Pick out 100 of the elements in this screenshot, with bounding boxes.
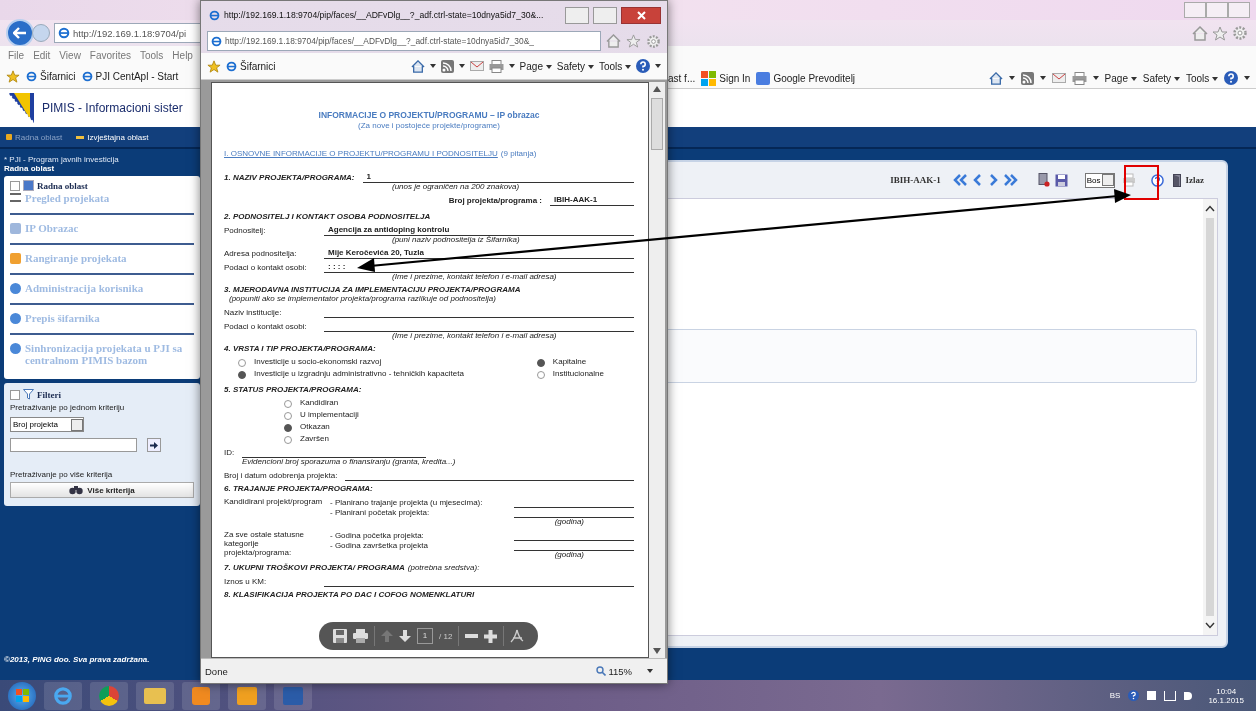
start-button[interactable] — [8, 681, 36, 710]
command-menu[interactable]: Tools — [598, 60, 631, 72]
chrome-taskbar-icon[interactable] — [90, 681, 128, 710]
favorite-link[interactable]: Sign In — [701, 70, 751, 86]
help-icon[interactable] — [1224, 71, 1238, 85]
command-menu[interactable]: Tools — [1185, 72, 1218, 84]
favorites-star-icon[interactable] — [207, 59, 221, 73]
printer-icon[interactable] — [1071, 71, 1087, 85]
mail-icon[interactable] — [469, 61, 484, 71]
address-field[interactable]: http://192.169.1.18:9704/pi — [54, 23, 201, 43]
printer-icon[interactable] — [353, 629, 368, 643]
form-field[interactable]: 1 — [362, 173, 634, 184]
form-heading: 2. PODNOSITELJ I KONTAKT OSOBA PODNOSITELJA — [224, 213, 431, 223]
collapse-icon[interactable] — [10, 180, 20, 191]
form-field[interactable]: IBIH-AAK-1 — [550, 196, 634, 207]
command-menu[interactable]: Page — [1104, 72, 1137, 84]
menu-item[interactable]: Tools — [140, 49, 164, 61]
page-number-field[interactable]: 1 — [417, 628, 433, 644]
go-button[interactable] — [147, 438, 161, 452]
field-label: Kandidirani projekt/program — [224, 497, 324, 508]
menu-item[interactable]: View — [59, 49, 81, 61]
more-criteria-button[interactable]: Više kriterija — [10, 482, 194, 498]
section-link[interactable]: I. OSNOVNE INFORMACIJE O PROJEKTU/PROGRAMU I PODNOSITELJU — [224, 150, 498, 160]
next-icon[interactable] — [987, 174, 998, 186]
menu-item[interactable]: File — [8, 49, 25, 61]
zoom-level[interactable]: 115% — [596, 665, 632, 677]
close-button[interactable] — [621, 6, 661, 24]
browser-icon — [58, 27, 70, 39]
collapse-icon[interactable] — [10, 389, 20, 400]
radio-button[interactable] — [284, 400, 292, 408]
home-icon[interactable] — [988, 71, 1003, 85]
command-menu[interactable]: Page — [519, 60, 552, 72]
scroll-thumb[interactable] — [651, 98, 663, 150]
scroll-up-icon[interactable] — [653, 86, 661, 92]
acrobat-icon[interactable] — [510, 629, 525, 643]
save-icon[interactable] — [333, 629, 347, 643]
form-field[interactable]: Mije Keročevića 20, Tuzla — [324, 249, 634, 260]
menu-item[interactable]: Edit — [33, 49, 51, 61]
rss-icon[interactable] — [440, 59, 454, 73]
help-icon[interactable] — [1128, 690, 1140, 701]
favorite-link[interactable]: Šifarnici — [26, 70, 76, 82]
form-heading: 8. KLASIFIKACIJA PROJEKTA PO DAC I COFOG NOMENKLATURI — [224, 590, 475, 600]
back-button[interactable] — [6, 19, 34, 47]
browser-icon — [226, 60, 237, 72]
search-field[interactable] — [10, 438, 137, 452]
caret-icon[interactable] — [508, 64, 515, 68]
radio-button[interactable] — [284, 424, 292, 432]
first-page-icon[interactable] — [951, 174, 968, 186]
scroll-down-icon[interactable] — [1205, 622, 1215, 629]
rss-icon[interactable] — [1020, 71, 1034, 85]
criterion-select[interactable]: Broj projekta — [10, 417, 84, 432]
zoom-out-icon[interactable] — [465, 634, 479, 638]
mail-icon[interactable] — [1051, 73, 1066, 83]
favorites-star-icon[interactable] — [6, 69, 20, 83]
star-icon[interactable] — [1212, 25, 1228, 41]
home-icon[interactable] — [410, 59, 425, 73]
document-delete-icon[interactable] — [1037, 173, 1050, 187]
star-icon[interactable] — [626, 34, 641, 48]
caret-icon[interactable] — [458, 64, 465, 68]
page-down-icon[interactable] — [399, 630, 411, 642]
browser-taskbar-icon[interactable] — [44, 681, 82, 710]
printer-icon[interactable] — [1121, 173, 1136, 187]
radio-button[interactable] — [284, 436, 292, 444]
help-icon[interactable] — [1150, 173, 1164, 187]
language-indicator[interactable]: BS — [1109, 691, 1121, 700]
radio-button[interactable] — [238, 359, 246, 368]
exit-button[interactable]: Izlaz — [1172, 173, 1204, 187]
radio-button[interactable] — [238, 371, 246, 380]
last-page-icon[interactable] — [1002, 174, 1019, 186]
menu-item[interactable]: Help — [172, 49, 193, 61]
help-icon[interactable] — [636, 59, 650, 73]
menu-item[interactable]: Favorites — [89, 49, 131, 61]
zoom-in-icon[interactable] — [484, 629, 498, 643]
caret-icon[interactable] — [1244, 76, 1250, 80]
folder-taskbar-icon[interactable] — [136, 681, 174, 710]
save-icon[interactable] — [1054, 173, 1068, 187]
favorite-link[interactable]: ast f... — [668, 72, 696, 84]
language-select[interactable]: Bos — [1084, 172, 1115, 188]
caret-icon[interactable] — [429, 64, 436, 68]
highlight-frame — [1124, 165, 1159, 200]
address-field[interactable]: http://192.169.1.18:9704/pip/faces/__ADFvDlg__?_adf.ctrl-state=10dnya5id7_30&_ — [207, 31, 601, 51]
radio-button[interactable] — [536, 371, 545, 380]
caret-icon[interactable] — [655, 64, 661, 68]
nav-tab[interactable]: Izvještajna oblast — [76, 132, 149, 142]
caret-icon[interactable] — [1092, 76, 1099, 80]
favorite-link[interactable]: Šifarnici — [226, 60, 276, 72]
radio-button[interactable] — [284, 412, 292, 420]
favorite-link[interactable]: PJI CentApl - Start — [81, 70, 179, 82]
scroll-up-icon[interactable] — [1205, 205, 1215, 212]
caret-icon[interactable] — [1039, 76, 1046, 80]
scrollbar[interactable] — [649, 82, 665, 658]
command-menu[interactable]: Safety — [1142, 72, 1180, 84]
radio-button[interactable] — [536, 359, 545, 368]
form-field[interactable]: Agencija za antidoping kontrolu — [324, 226, 634, 237]
caret-icon[interactable] — [647, 669, 653, 673]
command-menu[interactable]: Safety — [556, 60, 594, 72]
caret-icon[interactable] — [1008, 76, 1015, 80]
scrollbar[interactable] — [1203, 199, 1217, 635]
favorite-link[interactable]: Google Prevoditelj — [756, 71, 856, 85]
previous-icon[interactable] — [972, 174, 983, 186]
